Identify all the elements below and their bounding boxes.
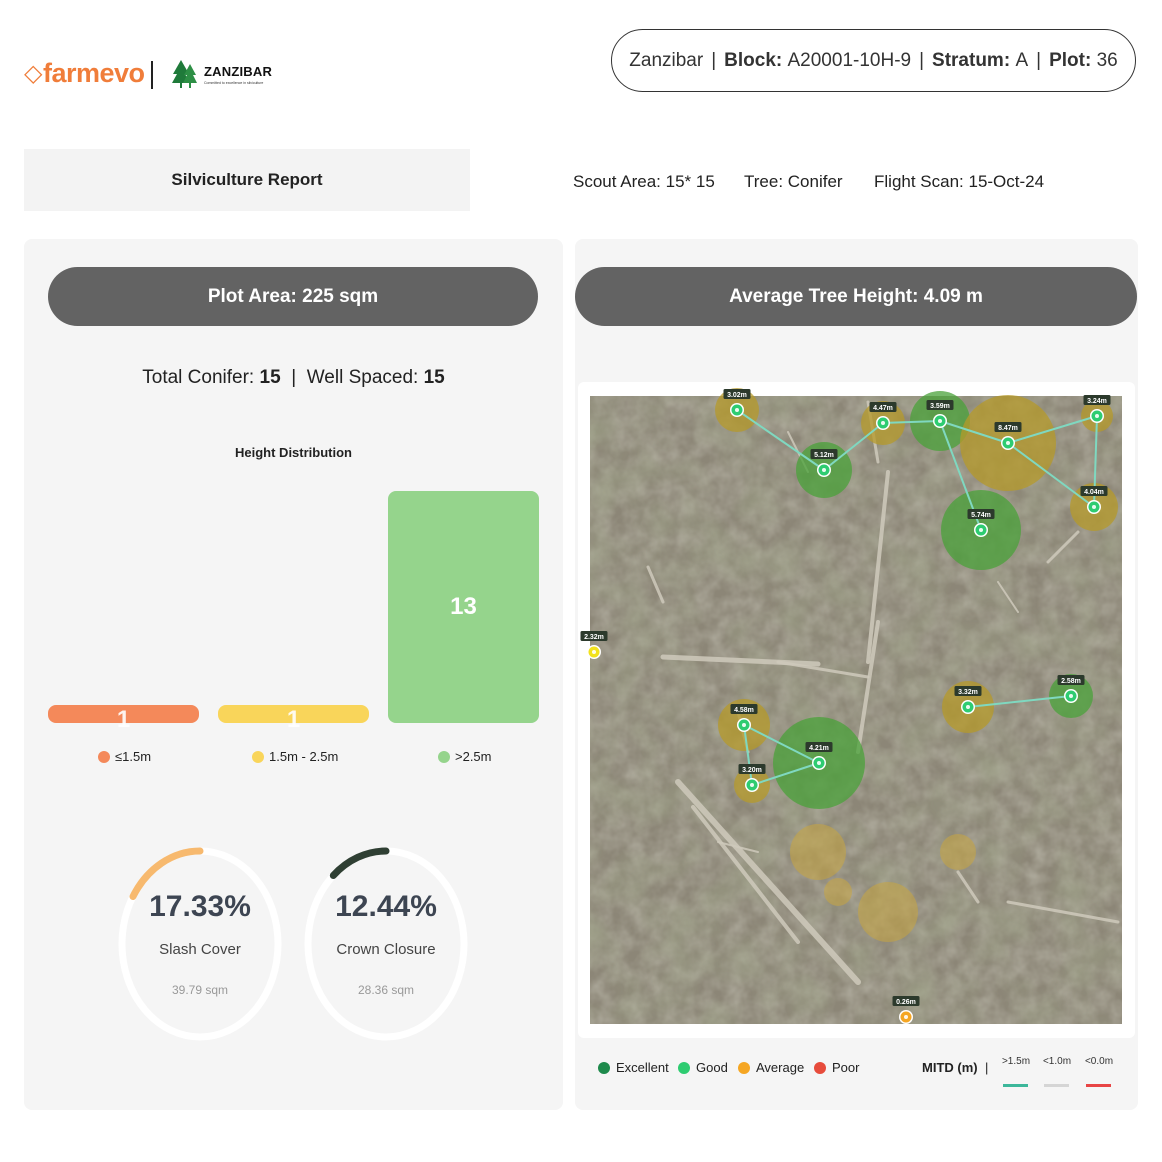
- crown-closure-area: 28.36 sqm: [357, 983, 415, 997]
- legend-excellent-label: Excellent: [616, 1060, 669, 1075]
- map-ground: [590, 396, 1122, 1024]
- farmevo-logo-text: farmevo: [42, 58, 145, 88]
- histogram-legend-item: >2.5m: [438, 749, 492, 764]
- flight-scan-date: Flight Scan: 15-Oct-24: [874, 172, 1045, 191]
- legend-good-label: Good: [696, 1060, 728, 1075]
- total-conifer-value: 15: [259, 367, 281, 388]
- pill-separator: |: [711, 49, 717, 71]
- pill-separator: |: [1036, 49, 1042, 71]
- legend-dot-icon: [98, 750, 110, 763]
- well-spaced-value: 15: [423, 367, 445, 388]
- farmevo-logo: ◇ farmevo: [24, 58, 145, 89]
- tree-height-label: 4.21m: [809, 745, 829, 752]
- average-height-banner: Average Tree Height: 4.09 m: [575, 267, 1137, 326]
- histogram-legend-label: ≤1.5m: [115, 749, 152, 764]
- slash-cover-area: 39.79 sqm: [171, 983, 229, 997]
- tree-height-label: 3.02m: [727, 392, 747, 399]
- tree-height-label: 4.58m: [734, 707, 754, 714]
- tree-height-label: 2.58m: [1061, 678, 1081, 685]
- block-label: Block:: [724, 49, 783, 71]
- histogram-title: Height Distribution: [235, 445, 352, 460]
- mitd-separator: |: [985, 1060, 989, 1075]
- stratum-value: A: [1015, 49, 1029, 71]
- mitd-over-1-5-line: [1003, 1084, 1028, 1087]
- gauge-progress-arc: [329, 847, 390, 879]
- logo-divider: [151, 61, 153, 89]
- good-dot-icon: [678, 1061, 690, 1074]
- plot-area-banner: Plot Area: 225 sqm: [48, 267, 538, 326]
- total-conifer-label: Total Conifer:: [142, 367, 255, 388]
- plot-info-pill: Zanzibar | Block: A20001-10H-9 | Stratum…: [611, 29, 1136, 92]
- tree-height-label: 3.20m: [742, 767, 762, 774]
- legend-poor: Poor: [814, 1060, 859, 1075]
- mitd-under-0-0-line: [1086, 1084, 1111, 1087]
- tree-height-label: 3.59m: [930, 403, 950, 410]
- slash-cover-value: 17.33%: [149, 890, 251, 923]
- histogram-legend-item: 1.5m - 2.5m: [252, 749, 338, 764]
- legend-excellent: Excellent: [598, 1060, 669, 1075]
- farmevo-mark-icon: ◇: [24, 60, 42, 87]
- conifer-summary: Total Conifer: 15 | Well Spaced: 15: [24, 367, 563, 389]
- scout-area: Scout Area: 15* 15: [573, 172, 715, 191]
- histogram-legend-label: 1.5m - 2.5m: [269, 749, 339, 764]
- zanzibar-logo-text: ZANZIBAR: [204, 63, 273, 79]
- legend-good: Good: [678, 1060, 728, 1075]
- report-title: Silviculture Report: [24, 149, 470, 211]
- tree-height-label: 8.47m: [998, 425, 1018, 432]
- histogram-bar: 1: [48, 705, 199, 733]
- pill-separator: |: [919, 49, 925, 71]
- mitd-over-1-5: >1.5m: [1001, 1056, 1031, 1067]
- drone-map[interactable]: 3.02m 5.12m 4.47m 3.59m 8.47m 3.24m 5.74m 4.04m…: [578, 382, 1135, 1038]
- legend-average: Average: [738, 1060, 804, 1075]
- mitd-under-1-0-line: [1044, 1084, 1069, 1087]
- summary-separator: |: [285, 367, 302, 388]
- tree-height-label: 3.32m: [958, 689, 978, 696]
- tree-height-label: 2.32m: [584, 634, 604, 641]
- histogram-bar: 13: [388, 491, 539, 723]
- legend-dot-icon: [438, 750, 450, 763]
- histogram-legend-label: >2.5m: [455, 749, 492, 764]
- legend-average-label: Average: [756, 1060, 805, 1075]
- stratum-label: Stratum:: [932, 49, 1011, 71]
- zanzibar-tagline: Committed to excellence in silviculture: [204, 80, 264, 85]
- tree-type: Tree: Conifer: [744, 172, 843, 191]
- well-spaced-label: Well Spaced:: [306, 367, 419, 388]
- drone-map-image: 3.02m 5.12m 4.47m 3.59m 8.47m 3.24m 5.74m 4.04m…: [580, 388, 1122, 1024]
- map-legend: Excellent Good Average Poor MITD (m) | >…: [598, 1056, 1128, 1096]
- histogram-bar-value: 1: [116, 706, 131, 733]
- crown-closure-value: 12.44%: [335, 890, 437, 923]
- tree-height-label: 4.47m: [873, 405, 893, 412]
- legend-dot-icon: [252, 750, 264, 763]
- legend-poor-label: Poor: [832, 1060, 860, 1075]
- mitd-under-1-0: <1.0m: [1042, 1056, 1072, 1067]
- tree-height-label: 5.12m: [814, 452, 834, 459]
- histogram-bar-value: 13: [450, 593, 477, 620]
- crown-closure-gauge: 12.44% Crown Closure 28.36 sqm: [303, 846, 469, 1042]
- plot-value: 36: [1096, 49, 1118, 71]
- tree-height-label: 3.24m: [1087, 398, 1107, 405]
- tree-height-label: 0.26m: [896, 999, 916, 1006]
- block-value: A20001-10H-9: [787, 49, 912, 71]
- pine-trees-icon: [172, 60, 197, 88]
- excellent-dot-icon: [598, 1061, 610, 1074]
- tree-height-label: 5.74m: [971, 512, 991, 519]
- poor-dot-icon: [814, 1061, 826, 1074]
- tree-height-label: 4.04m: [1084, 489, 1104, 496]
- slash-cover-gauge: 17.33% Slash Cover 39.79 sqm: [117, 846, 283, 1042]
- mitd-label: MITD (m): [922, 1060, 978, 1075]
- site-name: Zanzibar: [629, 49, 704, 71]
- slash-cover-label: Slash Cover: [159, 941, 241, 958]
- average-dot-icon: [738, 1061, 750, 1074]
- crown-closure-label: Crown Closure: [336, 941, 436, 958]
- histogram-legend-item: ≤1.5m: [98, 749, 151, 764]
- zanzibar-logo: ZANZIBAR Committed to excellence in silv…: [172, 58, 274, 90]
- histogram-bar-value: 1: [286, 706, 301, 733]
- histogram-bar: 1: [218, 705, 369, 733]
- plot-label: Plot:: [1049, 49, 1092, 71]
- mitd-under-0-0: <0.0m: [1084, 1056, 1114, 1067]
